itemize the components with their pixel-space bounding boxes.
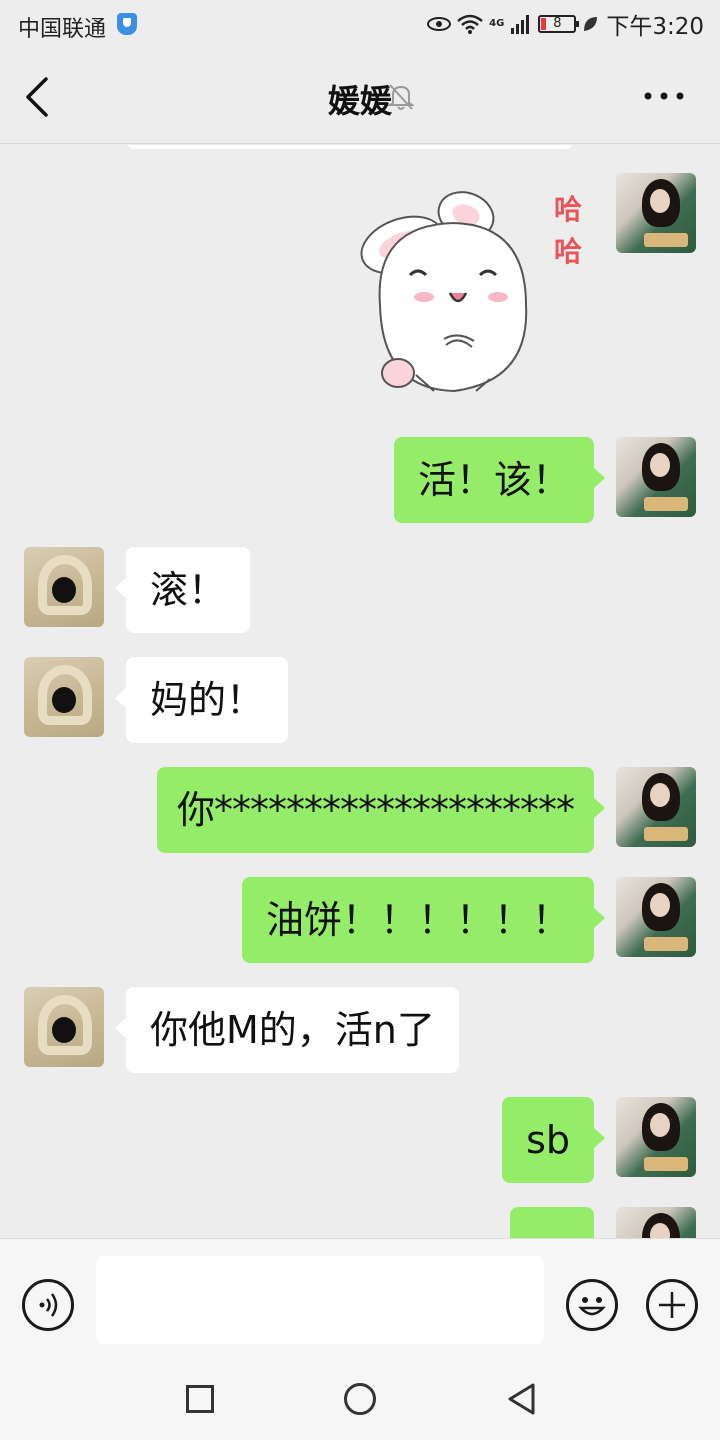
wifi-icon <box>457 14 483 34</box>
self-avatar[interactable] <box>616 1207 696 1238</box>
self-avatar[interactable] <box>616 173 696 253</box>
status-bar: 中国联通 4G 8 下午3:20 <box>0 0 720 50</box>
carrier-label: 中国联通 <box>18 17 107 42</box>
received-message-bubble[interactable]: 滚！ <box>114 547 251 633</box>
sent-message-bubble[interactable]: 油饼！！！！！！ <box>241 877 606 963</box>
recents-icon[interactable] <box>186 1385 214 1413</box>
friend-avatar[interactable] <box>24 547 104 627</box>
message-list[interactable]: 哈 哈 活！该！ 滚！ 妈的！ 你******************** 油饼… <box>0 145 720 1238</box>
mute-bell-icon <box>388 84 414 110</box>
sent-message-bubble[interactable]: 活！该！ <box>393 437 606 523</box>
friend-avatar[interactable] <box>24 987 104 1067</box>
message-input[interactable] <box>96 1256 544 1344</box>
battery-icon: 8 <box>538 15 580 33</box>
partial-bubble <box>128 145 572 149</box>
back-triangle-icon[interactable] <box>506 1382 536 1416</box>
voice-icon[interactable] <box>22 1279 74 1331</box>
received-message-bubble[interactable]: 你他M的，活n了 <box>115 987 459 1073</box>
self-avatar[interactable] <box>616 877 696 957</box>
sticker-caption: 哈 哈 <box>548 189 588 273</box>
emoji-icon[interactable] <box>566 1279 618 1331</box>
received-message-bubble[interactable]: 妈的！ <box>114 657 289 743</box>
shield-icon <box>117 13 137 35</box>
eye-icon <box>427 17 452 31</box>
input-bar <box>0 1238 720 1360</box>
home-icon[interactable] <box>344 1383 376 1415</box>
signal-icon <box>511 15 530 34</box>
leaf-icon <box>584 17 598 31</box>
chat-header: 媛媛 <box>0 50 720 144</box>
self-avatar[interactable] <box>616 1097 696 1177</box>
sticker-caption-line: 哈 <box>553 235 582 268</box>
clock: 下午3:20 <box>606 14 704 40</box>
self-avatar[interactable] <box>616 767 696 847</box>
self-avatar[interactable] <box>616 437 696 517</box>
sent-message-bubble[interactable]: 你******************** <box>156 767 606 853</box>
battery-level: 8 <box>553 16 562 31</box>
status-icons: 4G 8 下午3:20 <box>427 10 704 40</box>
friend-avatar[interactable] <box>24 657 104 737</box>
more-icon[interactable] <box>642 86 686 106</box>
plus-icon[interactable] <box>646 1279 698 1331</box>
network-type: 4G <box>489 18 505 29</box>
sticker-caption-line: 哈 <box>553 193 582 226</box>
chat-title: 媛媛 <box>327 82 392 120</box>
sent-message-bubble[interactable]: sb <box>502 1097 605 1183</box>
sent-message-bubble-partial[interactable] <box>510 1207 605 1238</box>
system-nav-bar <box>0 1360 720 1440</box>
